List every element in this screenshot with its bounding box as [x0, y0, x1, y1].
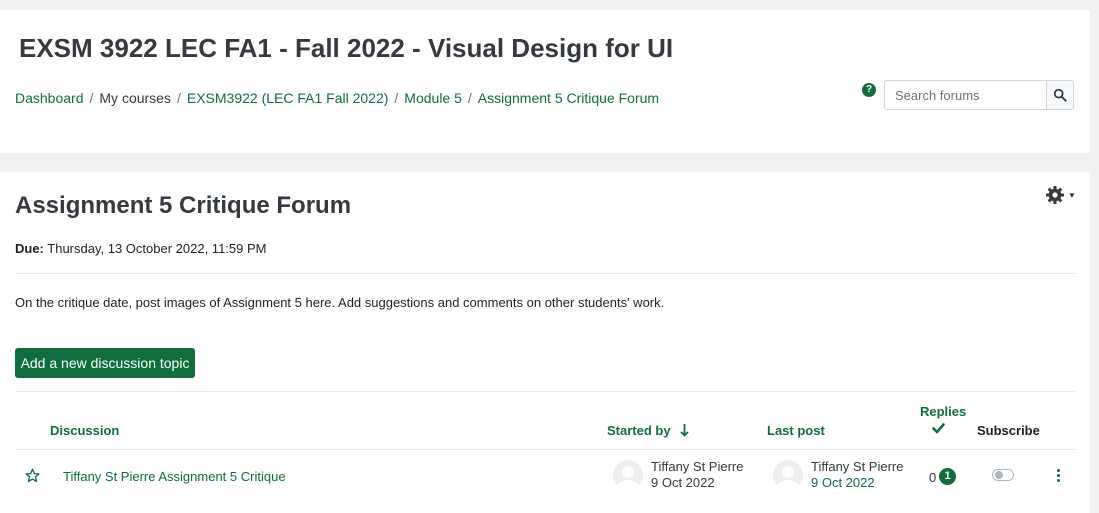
discussion-topic-link[interactable]: Tiffany St Pierre Assignment 5 Critique — [63, 469, 286, 484]
started-by-name[interactable]: Tiffany St Pierre — [651, 459, 743, 474]
column-header-replies[interactable]: Replies — [920, 404, 966, 419]
breadcrumb: Dashboard / My courses / EXSM3922 (LEC FA1 F… — [15, 90, 659, 106]
user-placeholder-icon — [617, 466, 639, 490]
page-header: EXSM 3922 LEC FA1 - Fall 2022 - Visual D… — [0, 10, 1090, 153]
column-header-last-post[interactable]: Last post — [767, 423, 825, 438]
toggle-knob — [995, 471, 1003, 479]
breadcrumb-separator: / — [467, 90, 472, 106]
more-actions-icon[interactable] — [1057, 469, 1060, 482]
divider — [15, 273, 1075, 274]
add-discussion-topic-button[interactable]: Add a new discussion topic — [15, 348, 195, 378]
column-header-discussion[interactable]: Discussion — [50, 423, 119, 438]
subscribe-toggle[interactable] — [992, 469, 1014, 481]
column-header-started-by-label: Started by — [607, 423, 671, 438]
forum-content: ▼ Assignment 5 Critique Forum Due: Thurs… — [0, 172, 1090, 513]
started-by-date: 9 Oct 2022 — [651, 475, 715, 490]
column-header-started-by[interactable]: Started by — [607, 423, 689, 438]
gear-icon — [1046, 186, 1064, 204]
breadcrumb-module[interactable]: Module 5 — [404, 90, 462, 106]
chevron-down-icon: ▼ — [1068, 190, 1076, 200]
column-header-subscribe: Subscribe — [977, 423, 1040, 438]
due-date: Due: Thursday, 13 October 2022, 11:59 PM — [15, 241, 266, 256]
course-title: EXSM 3922 LEC FA1 - Fall 2022 - Visual D… — [19, 33, 674, 63]
breadcrumb-forum[interactable]: Assignment 5 Critique Forum — [478, 90, 659, 106]
last-post-date-link[interactable]: 9 Oct 2022 — [811, 475, 875, 490]
sort-down-arrow-icon — [680, 424, 689, 437]
user-placeholder-icon — [777, 466, 799, 490]
forum-intro: On the critique date, post images of Ass… — [15, 295, 665, 310]
forum-title: Assignment 5 Critique Forum — [15, 192, 352, 219]
search-button[interactable] — [1046, 80, 1074, 110]
due-value: Thursday, 13 October 2022, 11:59 PM — [47, 241, 267, 256]
check-icon — [932, 423, 945, 434]
search-icon — [1053, 88, 1067, 102]
last-post-name[interactable]: Tiffany St Pierre — [811, 459, 903, 474]
question-circle-icon[interactable]: ? — [862, 83, 876, 97]
avatar[interactable] — [773, 460, 803, 490]
forum-search — [884, 80, 1074, 110]
breadcrumb-separator: / — [89, 90, 94, 106]
unread-count-badge[interactable]: 1 — [939, 468, 956, 485]
divider — [15, 391, 1075, 392]
avatar[interactable] — [613, 460, 643, 490]
breadcrumb-course[interactable]: EXSM3922 (LEC FA1 Fall 2022) — [187, 90, 389, 106]
breadcrumb-dashboard[interactable]: Dashboard — [15, 90, 84, 106]
star-icon[interactable] — [25, 468, 40, 483]
breadcrumb-my-courses: My courses — [99, 90, 171, 106]
breadcrumb-separator: / — [176, 90, 181, 106]
divider — [15, 449, 1075, 450]
reply-count: 0 — [929, 470, 937, 485]
search-input[interactable] — [884, 80, 1046, 110]
due-label: Due: — [15, 241, 44, 256]
settings-menu-button[interactable]: ▼ — [1045, 185, 1076, 205]
breadcrumb-separator: / — [394, 90, 399, 106]
